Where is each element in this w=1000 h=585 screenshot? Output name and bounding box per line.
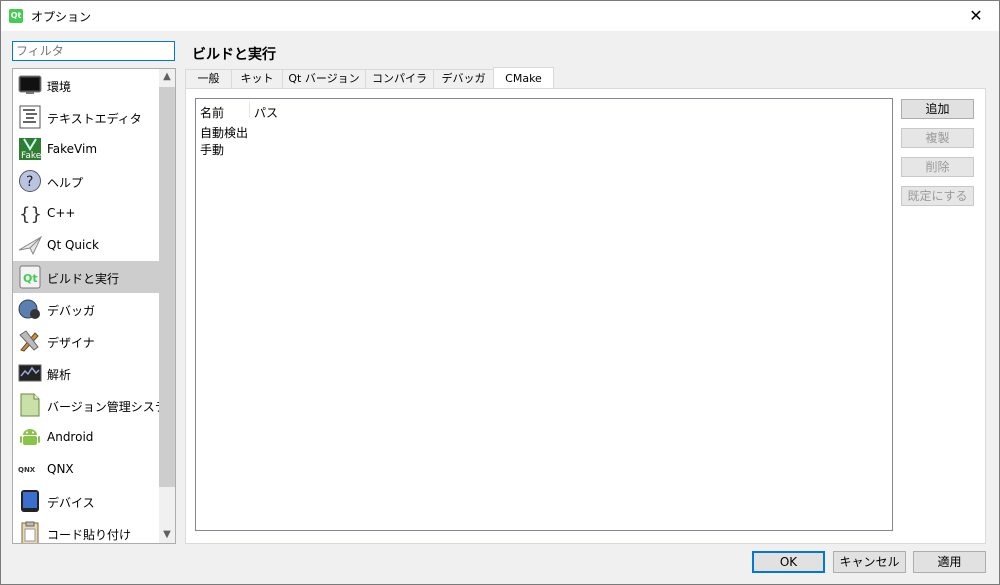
qt-creator-icon: Qt (9, 9, 23, 23)
tab-general[interactable]: 一般 (185, 69, 232, 88)
sidebar-item-label: デバッガ (47, 304, 96, 318)
sidebar-item-label: Android (47, 430, 94, 444)
android-icon (20, 429, 40, 445)
add-button[interactable]: 追加 (901, 99, 974, 119)
paper-plane-icon (18, 235, 42, 256)
fakevim-icon: Fake (19, 138, 42, 161)
designer-icon (19, 330, 39, 352)
device-icon (21, 490, 39, 512)
close-icon[interactable]: ✕ (953, 1, 999, 31)
tab-kits[interactable]: キット (231, 69, 283, 88)
sidebar-item-text-editor[interactable]: テキストエディタ (13, 101, 159, 133)
sidebar-item-environment[interactable]: 環境 (13, 69, 159, 101)
sidebar-item-label: Qt Quick (47, 238, 99, 252)
sidebar-item-label: ビルドと実行 (47, 272, 120, 286)
apply-button[interactable]: 適用 (913, 551, 986, 573)
tree-row-autodetected[interactable]: 自動検出 (200, 124, 248, 141)
tab-cmake[interactable]: CMake (493, 67, 554, 88)
svg-text:Qt: Qt (23, 272, 38, 285)
qnx-icon: QNX (18, 466, 36, 474)
sidebar-item-cpp[interactable]: {} C++ (13, 197, 159, 229)
sidebar-item-build-run[interactable]: Qt ビルドと実行 (13, 261, 159, 293)
build-run-icon: Qt (19, 265, 41, 289)
svg-text:Fake: Fake (21, 151, 42, 161)
sidebar-item-devices[interactable]: デバイス (13, 485, 159, 517)
window-title: オプション (31, 10, 92, 24)
sidebar-item-fakevim[interactable]: Fake FakeVim (13, 133, 159, 165)
sidebar-item-help[interactable]: ? ヘルプ (13, 165, 159, 197)
remove-button[interactable]: 削除 (901, 157, 974, 177)
tab-debuggers[interactable]: デバッガ (433, 69, 494, 88)
column-header-name[interactable]: 名前 (200, 104, 224, 121)
cancel-button[interactable]: キャンセル (833, 551, 906, 573)
tree-header: 名前 パス (196, 99, 892, 121)
help-icon: ? (19, 170, 41, 192)
column-divider[interactable] (249, 102, 250, 118)
sidebar-item-label: FakeVim (47, 142, 98, 156)
column-header-path[interactable]: パス (254, 104, 278, 121)
sidebar-item-label: 環境 (47, 80, 72, 94)
sidebar-item-qt-quick[interactable]: Qt Quick (13, 229, 159, 261)
sidebar-item-version-control[interactable]: バージョン管理システム (13, 389, 175, 421)
debugger-icon (18, 299, 40, 319)
sidebar-item-designer[interactable]: デザイナ (13, 325, 159, 357)
svg-text:{}: {} (19, 204, 42, 225)
sidebar-item-android[interactable]: Android (13, 421, 159, 453)
sidebar-item-analyzer[interactable]: 解析 (13, 357, 159, 389)
sidebar-scrollbar[interactable]: ▲ ▼ (159, 69, 175, 543)
sidebar-item-label: デバイス (47, 496, 95, 510)
svg-text:?: ? (26, 174, 33, 190)
sidebar-item-qnx[interactable]: QNX QNX (13, 453, 159, 485)
sidebar-item-label: テキストエディタ (47, 112, 142, 126)
analyzer-icon (18, 364, 42, 382)
tree-row-manual[interactable]: 手動 (200, 141, 224, 158)
sidebar-item-debugger[interactable]: デバッガ (13, 293, 159, 325)
scroll-up-icon[interactable]: ▲ (159, 69, 175, 85)
category-list: 環境 テキストエディタ Fake FakeVim ? ヘルプ {} C++ Qt… (12, 68, 176, 544)
scrollbar-thumb[interactable] (159, 87, 175, 487)
cmake-tool-tree[interactable]: 名前 パス 自動検出 手動 (195, 98, 893, 531)
tab-compilers[interactable]: コンパイラ (365, 69, 434, 88)
text-editor-icon (19, 105, 41, 129)
page-title: ビルドと実行 (192, 47, 276, 63)
make-default-button[interactable]: 既定にする (901, 186, 974, 206)
sidebar-item-label: コード貼り付け (47, 528, 132, 542)
title-bar: Qt オプション ✕ (1, 1, 999, 31)
braces-icon: {} (19, 204, 42, 225)
sidebar-item-code-paster[interactable]: コード貼り付け (13, 517, 159, 543)
sidebar-item-label: QNX (47, 462, 74, 476)
sidebar-item-label: 解析 (47, 368, 72, 382)
code-paste-icon (21, 521, 39, 543)
monitor-icon (18, 75, 42, 94)
sidebar-item-label: デザイナ (47, 336, 95, 350)
filter-input[interactable] (12, 41, 175, 61)
sidebar-item-label: ヘルプ (47, 176, 84, 190)
sidebar-item-label: バージョン管理システム (47, 400, 176, 414)
version-control-icon (20, 393, 40, 417)
svg-text:QNX: QNX (18, 466, 36, 474)
sidebar-item-label: C++ (47, 206, 76, 220)
clone-button[interactable]: 複製 (901, 128, 974, 148)
scroll-down-icon[interactable]: ▼ (159, 527, 175, 543)
ok-button[interactable]: OK (752, 551, 825, 573)
tab-qt-versions[interactable]: Qt バージョン (282, 69, 366, 88)
